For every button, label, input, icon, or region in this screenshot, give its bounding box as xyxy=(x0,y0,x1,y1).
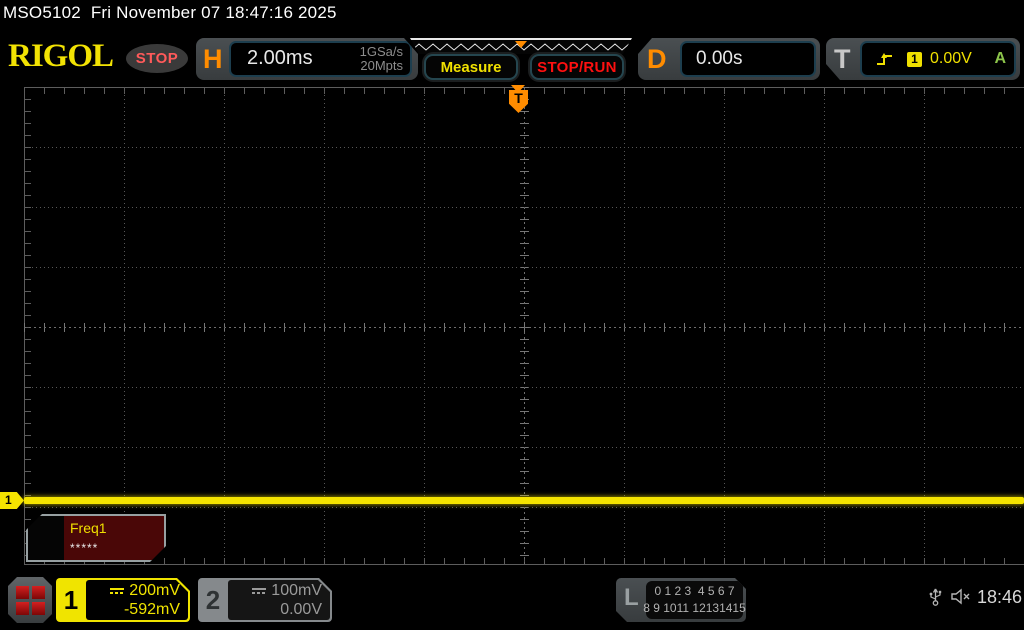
channel1-scale-row: 200mV xyxy=(110,581,180,600)
rigol-logo: RIGOL xyxy=(8,38,114,74)
oscilloscope-screen: MSO5102 Fri November 07 18:47:16 2025 RI… xyxy=(0,0,1024,630)
logic-channels-block[interactable]: L 0 1 2 3 4 5 6 7 8 9 1011 12131415 xyxy=(616,578,746,622)
main-menu-button[interactable] xyxy=(8,577,52,623)
grid-horizontal-line xyxy=(24,447,1024,448)
datetime: Fri November 07 18:47:16 2025 xyxy=(90,3,337,22)
channel1-level-marker[interactable]: 1 xyxy=(0,492,24,509)
grid-horizontal-line xyxy=(24,207,1024,208)
trigger-source-badge: 1 xyxy=(907,52,922,67)
delay-settings[interactable]: D 0.00s xyxy=(638,38,820,80)
channel2-status-block[interactable]: 2 100mV 0.00V xyxy=(198,578,332,622)
run-state-badge: STOP xyxy=(126,44,188,73)
channel2-panel: 100mV 0.00V xyxy=(228,580,330,620)
timebase-value: 2.00ms xyxy=(247,47,313,69)
logic-row-1: 0 1 2 3 4 5 6 7 xyxy=(654,584,735,598)
measurement-item[interactable]: Freq1 ***** xyxy=(26,514,166,562)
channel2-offset: 0.00V xyxy=(280,601,322,618)
trigger-settings[interactable]: T 1 0.00V A xyxy=(826,38,1020,80)
channel1-panel: 200mV -592mV xyxy=(86,580,188,620)
logic-label: L xyxy=(624,584,639,611)
grid-horizontal-line xyxy=(24,147,1024,148)
grid-horizontal-line xyxy=(24,507,1024,508)
delay-box[interactable]: 0.00s xyxy=(680,41,816,77)
channel1-status-block[interactable]: 1 200mV -592mV xyxy=(56,578,190,622)
grid-vertical-line xyxy=(224,87,225,565)
trigger-box[interactable]: 1 0.00V A xyxy=(860,41,1016,77)
delay-label: D xyxy=(647,44,667,74)
grid-vertical-line xyxy=(324,87,325,565)
grid-vertical-line xyxy=(624,87,625,565)
status-bar: MSO5102 Fri November 07 18:47:16 2025 xyxy=(3,3,337,23)
grid-vertical-line xyxy=(724,87,725,565)
dc-coupling-icon xyxy=(110,588,124,594)
logic-row-2: 8 9 1011 12131415 xyxy=(643,601,746,615)
grid-vertical-line xyxy=(824,87,825,565)
grid-vertical-line xyxy=(124,87,125,565)
preview-trigger-position-icon xyxy=(515,41,527,48)
waveform-display-grid xyxy=(24,87,1024,565)
grid-horizontal-line xyxy=(24,267,1024,268)
stop-run-button[interactable]: STOP/RUN xyxy=(530,54,624,80)
channel1-scale: 200mV xyxy=(129,582,180,599)
memory-depth: 20Mpts xyxy=(360,58,403,73)
horizontal-settings[interactable]: H 2.00ms 1GSa/s 20Mpts xyxy=(196,38,418,80)
speaker-mute-icon xyxy=(951,588,970,605)
channel2-offset-row: 0.00V xyxy=(280,600,322,619)
sample-rate: 1GSa/s xyxy=(359,44,403,59)
measurement-name: Freq1 xyxy=(70,520,107,536)
logic-channel-list: 0 1 2 3 4 5 6 7 8 9 1011 12131415 xyxy=(646,581,743,619)
status-spacer xyxy=(81,3,91,22)
measurement-value: ***** xyxy=(70,541,99,555)
dc-coupling-icon xyxy=(252,588,266,594)
channel2-scale: 100mV xyxy=(271,582,322,599)
trigger-level-value: 0.00V xyxy=(930,50,972,67)
waveform-preview-strip[interactable] xyxy=(410,38,632,54)
timebase-box[interactable]: 2.00ms 1GSa/s 20Mpts xyxy=(229,41,412,77)
channel1-offset: -592mV xyxy=(123,601,180,618)
grid-horizontal-line xyxy=(24,387,1024,388)
channel1-offset-row: -592mV xyxy=(124,600,180,619)
trigger-label: T xyxy=(834,44,851,74)
trigger-slope-icon xyxy=(876,52,893,66)
usb-icon xyxy=(929,588,942,606)
channel1-number: 1 xyxy=(63,584,79,615)
channel2-number: 2 xyxy=(205,584,221,615)
grid-vertical-line xyxy=(924,87,925,565)
grid-center-horizontal-line xyxy=(24,327,1024,328)
channel1-waveform-trace xyxy=(24,497,1024,504)
menu-grid-icon xyxy=(16,586,45,615)
model-name: MSO5102 xyxy=(3,3,81,22)
measure-button[interactable]: Measure xyxy=(424,54,518,80)
channel2-scale-row: 100mV xyxy=(252,581,322,600)
trigger-sweep-mode: A xyxy=(994,50,1006,67)
horizontal-label: H xyxy=(203,44,223,74)
delay-value: 0.00s xyxy=(696,48,743,69)
acquisition-info: 1GSa/s 20Mpts xyxy=(360,45,403,73)
system-clock: 18:46 xyxy=(977,587,1023,607)
grid-vertical-line xyxy=(424,87,425,565)
